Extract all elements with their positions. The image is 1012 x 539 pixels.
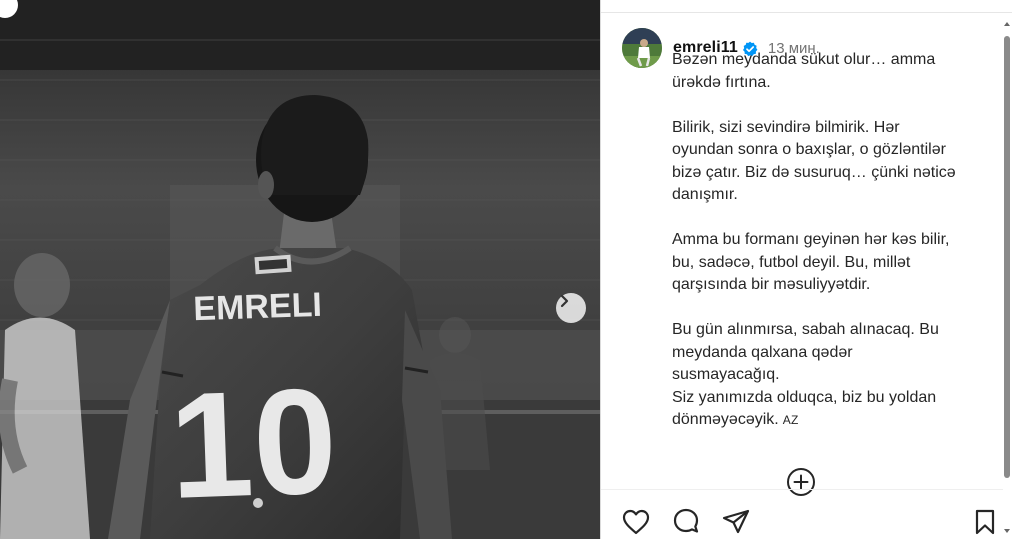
jersey-name: EMRELI [193, 286, 323, 328]
caption-line: ürəkdə fırtına. [672, 73, 771, 91]
language-tag[interactable]: AZ [783, 413, 799, 427]
caption-line: meydanda qalxana qədər [672, 343, 853, 361]
caption-line: dönməyəcəyik. [672, 411, 779, 428]
caption-line: bizə çatır. Biz də susuruq… çünki nəticə [672, 163, 956, 181]
heart-icon [622, 509, 650, 535]
scroll-down-arrow-icon[interactable] [1003, 527, 1011, 535]
share-icon [722, 509, 750, 534]
like-button[interactable] [621, 507, 651, 537]
caption-line: Siz yanımızda olduqca, biz bu yoldan [672, 388, 937, 406]
share-button[interactable] [721, 507, 751, 537]
caption-line: Bilirik, sizi sevindirə bilmirik. Hər [672, 118, 900, 136]
bookmark-icon[interactable] [971, 508, 999, 536]
caption-paragraph-4: Bu gün alınmırsa, sabah alınacaq. Bu mey… [672, 319, 992, 432]
caption-line: Bəzən meydanda sükut olur… amma [672, 51, 936, 68]
caption-paragraph-3: Amma bu formanı geyinən hər kəs bilir, b… [672, 229, 992, 297]
caption-line: bu, sadəcə, futbol deyil. Bu, millət [672, 253, 911, 271]
carousel-next-button[interactable] [556, 293, 586, 323]
caption-line: danışmır. [672, 186, 738, 203]
player-photo-illustration: EMRELI 10 [0, 0, 600, 539]
caption-line: susmayacağıq. [672, 366, 780, 383]
panel-top-divider [601, 12, 1012, 13]
post-photo[interactable]: EMRELI 10 [0, 0, 600, 539]
caption-paragraph-2: Bilirik, sizi sevindirə bilmirik. Hər oy… [672, 117, 992, 207]
caption-line: Amma bu formanı geyinən hər kəs bilir, [672, 231, 950, 248]
chevron-right-icon [560, 294, 569, 308]
caption-line: oyundan sonra o baxışlar, o gözləntilər [672, 141, 946, 158]
post-caption: Bəzən meydanda sükut olur… amma ürəkdə f… [672, 49, 992, 432]
scroll-up-arrow-icon[interactable] [1003, 20, 1011, 28]
avatar[interactable] [622, 28, 662, 68]
caption-paragraph-1: Bəzən meydanda sükut olur… amma ürəkdə f… [672, 49, 992, 94]
comment-button[interactable] [671, 507, 701, 537]
post-details-panel: emreli11 13 мин. Bəzən meydanda sükut ol… [600, 0, 1012, 539]
caption-line: Bu gün alınmırsa, sabah alınacaq. Bu [672, 321, 939, 338]
actions-divider [601, 489, 1003, 490]
avatar-image [622, 28, 662, 68]
post-actions [621, 507, 771, 537]
add-circle-icon[interactable] [785, 466, 817, 498]
scrollbar-thumb[interactable] [1004, 36, 1010, 478]
comment-icon [673, 508, 699, 533]
caption-line: qarşısında bir məsuliyyətdir. [672, 276, 871, 293]
caption-line-final: dönməyəcəyik. AZ [672, 409, 992, 432]
